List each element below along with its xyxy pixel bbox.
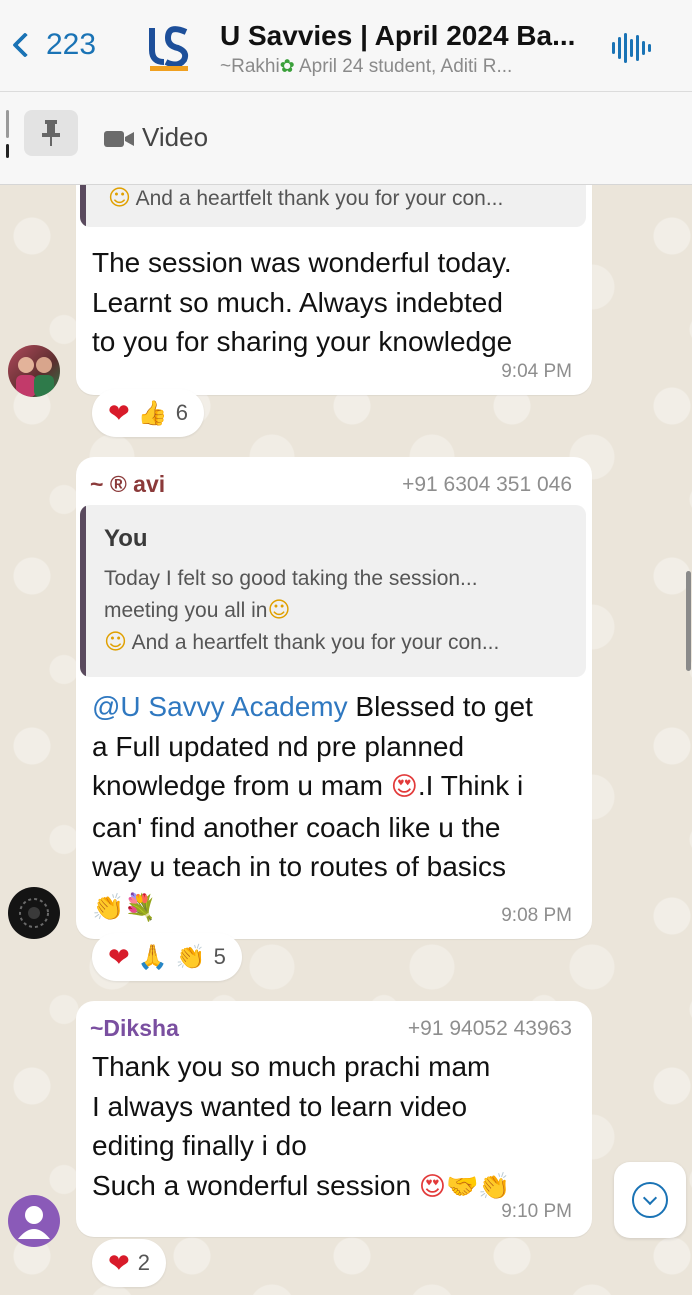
message-line: The session was wonderful today. [92, 247, 512, 278]
scrollbar[interactable] [686, 571, 691, 671]
chevron-shape [642, 1190, 658, 1205]
reaction-count: 5 [213, 944, 226, 969]
heart-eyes-emoji-icon: 😍 [418, 1171, 446, 1202]
message-line-text: Such a wonderful session [92, 1169, 412, 1201]
smile-emoji-icon: ☺ [108, 186, 131, 211]
chat-title: U Savvies | April 2024 Ba... [220, 20, 576, 51]
pin-indicator [6, 110, 9, 138]
quote-body: Today I felt so good taking the session.… [104, 563, 499, 659]
quoted-message[interactable]: ☺ And a heartfelt thank you for your con… [80, 185, 586, 227]
heart-emoji-icon: ❤ [108, 941, 130, 972]
clapping-emoji-icon: 👏 [478, 1171, 511, 1202]
scroll-to-bottom-button[interactable] [614, 1162, 686, 1238]
message-line: @U Savvy Academy Blessed to get [92, 687, 533, 727]
heart-emoji-icon: ❤ [108, 397, 130, 428]
quote-line: Today I felt so good taking the session.… [104, 567, 478, 590]
reactions-bar[interactable]: ❤ 👍 6 [92, 389, 204, 437]
message-line-text: knowledge from u mam [92, 770, 384, 801]
thumbs-up-emoji-icon: 👍 [137, 399, 168, 427]
message-text: Thank you so much prachi mam I always wa… [92, 1047, 511, 1207]
sender-name[interactable]: ~ ® avi [90, 471, 165, 498]
reactions-bar[interactable]: ❤ 🙏 👏 5 [92, 933, 242, 981]
quote-line: ☺ And a heartfelt thank you for your con… [108, 185, 503, 215]
reactions-bar[interactable]: ❤ 2 [92, 1239, 167, 1287]
sender-phone: +91 6304 351 046 [402, 473, 572, 496]
chat-title-block[interactable]: U Savvies | April 2024 Ba... ~Rakhi✿ Apr… [220, 20, 600, 78]
back-button[interactable]: 223 [10, 28, 96, 62]
quote-line: meeting you all in☺ [104, 595, 499, 627]
heart-eyes-emoji-icon: 😍 [390, 772, 418, 802]
smile-emoji-icon: ☺ [104, 630, 127, 655]
message-line: way u teach in to routes of basics [92, 851, 506, 882]
clapping-emoji-icon: 👏 [175, 943, 206, 971]
message-line: 👏💐 [92, 887, 533, 929]
message-line: Such a wonderful session 😍🤝👏 [92, 1166, 511, 1208]
message-line-text: .I Think i [417, 770, 524, 801]
quote-line-text: meeting you all in [104, 599, 268, 622]
message-line: a Full updated nd pre planned [92, 730, 465, 762]
folded-hands-emoji-icon: 🙏 [137, 943, 168, 971]
message-line: Learnt so much. Always indebted [92, 286, 503, 318]
quote-line-text: And a heartfelt thank you for your con..… [131, 631, 500, 654]
reaction-count: 6 [175, 400, 188, 425]
message-line: can' find another coach like u the [92, 811, 501, 843]
message-line: I always wanted to learn video [92, 1090, 468, 1122]
message-time: 9:10 PM [501, 1201, 572, 1222]
message-bubble[interactable]: ~ ® avi +91 6304 351 046 You Today I fel… [76, 457, 592, 939]
message-text: The session was wonderful today. Learnt … [92, 243, 512, 362]
member-list: April 24 student, Aditi R... [294, 56, 513, 77]
message-line: to you for sharing your knowledge [92, 326, 513, 357]
quote-author: You [104, 525, 148, 552]
handshake-emoji-icon: 🤝 [445, 1171, 479, 1202]
puzzle-emoji-icon: ✿ [279, 56, 295, 77]
group-avatar[interactable] [146, 22, 192, 72]
sender-avatar[interactable] [8, 887, 60, 939]
unread-count: 223 [46, 28, 97, 61]
quote-bar [80, 505, 86, 677]
quote-text: And a heartfelt thank you for your con..… [135, 187, 504, 210]
chat-members: ~Rakhi✿ April 24 student, Aditi R... [220, 56, 600, 78]
message-line: knowledge from u mam 😍.I Think i [92, 766, 533, 808]
message-line-text: Blessed to get [347, 691, 533, 722]
message-bubble[interactable]: ☺ And a heartfelt thank you for your con… [76, 185, 592, 395]
message-line: Thank you so much prachi mam [92, 1051, 491, 1082]
audio-call-icon[interactable] [612, 30, 651, 66]
sender-name[interactable]: ~Diksha [90, 1015, 179, 1042]
chevron-down-icon [632, 1182, 668, 1218]
quoted-message[interactable]: You Today I felt so good taking the sess… [80, 505, 586, 677]
message-time: 9:08 PM [501, 905, 572, 926]
message-bubble[interactable]: ~Diksha +91 94052 43963 Thank you so muc… [76, 1001, 592, 1237]
quote-bar [80, 185, 86, 227]
sender-avatar[interactable] [8, 345, 60, 397]
member-name: ~Rakhi [220, 56, 280, 77]
clapping-emoji-icon: 👏 [92, 892, 125, 923]
mention-link[interactable]: @U Savvy Academy [92, 691, 348, 722]
video-icon [104, 129, 136, 154]
reaction-count: 2 [137, 1250, 151, 1275]
chat-header: 223 U Savvies | April 2024 Ba... ~Rakhi✿… [0, 0, 692, 92]
sender-avatar[interactable] [8, 1195, 60, 1247]
pinned-message-text: Video [142, 122, 209, 152]
sender-phone: +91 94052 43963 [407, 1017, 572, 1040]
star-eyes-emoji-icon: ☺ [267, 598, 291, 623]
pin-icon[interactable] [24, 110, 78, 156]
message-time: 9:04 PM [501, 361, 572, 382]
message-text: @U Savvy Academy Blessed to get a Full u… [92, 687, 533, 928]
quote-line: ☺ And a heartfelt thank you for your con… [104, 627, 499, 659]
message-line: editing finally i do [92, 1130, 307, 1161]
heart-emoji-icon: ❤ [108, 1247, 130, 1278]
pin-indicator-active [6, 144, 9, 158]
chat-area[interactable]: ☺ And a heartfelt thank you for your con… [0, 185, 692, 1295]
bouquet-emoji-icon: 💐 [124, 892, 157, 923]
chevron-left-icon [12, 32, 38, 58]
pinned-message-bar[interactable]: Video [0, 92, 692, 185]
